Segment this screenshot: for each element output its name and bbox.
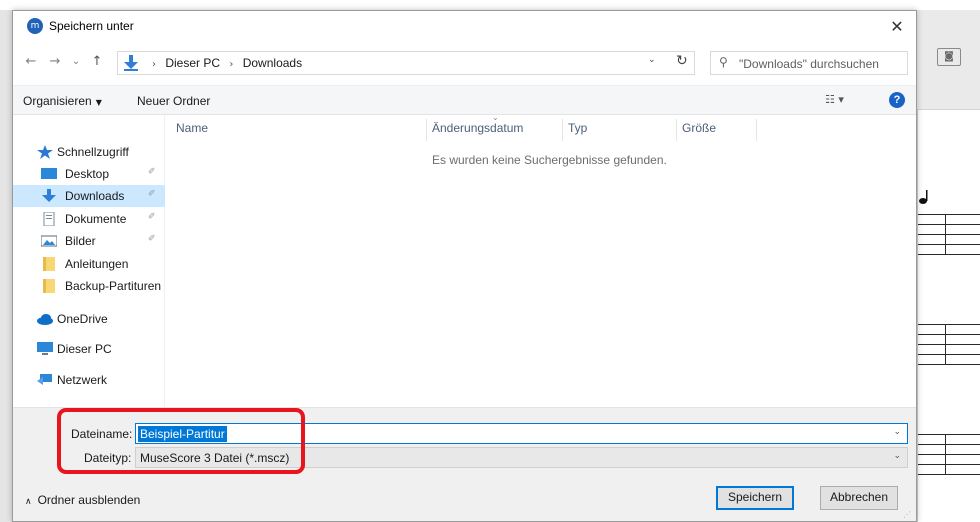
sidebar-item-dieser-pc[interactable]: Dieser PC xyxy=(13,338,165,360)
cloud-icon xyxy=(37,314,53,325)
title-bar: m Speichern unter ✕ xyxy=(13,11,916,43)
breadcrumb-this-pc[interactable]: Dieser PC xyxy=(165,56,220,70)
sidebar-item-backup-partituren[interactable]: Backup-Partituren xyxy=(13,275,165,297)
pin-icon: ✐ xyxy=(148,167,156,177)
sidebar-item-onedrive[interactable]: OneDrive xyxy=(13,308,165,330)
breadcrumb: › Dieser PC › Downloads xyxy=(146,56,302,70)
navigation-bar: ← → ⌄ ↑ › Dieser PC › Downloads ⌄ ↻ ⚲ "D… xyxy=(13,47,916,77)
sidebar-item-bilder[interactable]: Bilder ✐ xyxy=(13,230,165,252)
pin-icon: ✐ xyxy=(148,189,156,199)
sidebar-item-label: Schnellzugriff xyxy=(57,145,129,159)
musescore-icon: m xyxy=(27,18,43,34)
close-icon[interactable]: ✕ xyxy=(883,15,911,39)
dialog-title: Speichern unter xyxy=(49,19,134,33)
hide-folders-label: Ordner ausblenden xyxy=(37,493,141,507)
sidebar-item-label: Bilder xyxy=(65,234,96,248)
folder-icon xyxy=(43,257,55,271)
help-icon[interactable]: ? xyxy=(889,92,905,108)
search-icon: ⚲ xyxy=(719,55,728,69)
star-icon xyxy=(37,145,53,159)
chevron-down-icon: ⌄ xyxy=(893,451,901,461)
refresh-icon[interactable]: ↻ xyxy=(676,53,688,69)
sidebar-item-anleitungen[interactable]: Anleitungen xyxy=(13,253,165,275)
back-button[interactable]: ← xyxy=(21,51,41,73)
command-bar: Organisieren ▼ Neuer Ordner ☷ ▾ ? xyxy=(13,85,916,115)
save-form: Dateiname: Beispiel-Partitur ⌄ Dateityp:… xyxy=(13,407,916,521)
sidebar-item-netzwerk[interactable]: Netzwerk xyxy=(13,369,165,391)
sidebar-item-dokumente[interactable]: Dokumente ✐ xyxy=(13,208,165,230)
pin-icon: ✐ xyxy=(148,234,156,244)
network-icon xyxy=(37,374,52,385)
recent-locations-button[interactable]: ⌄ xyxy=(69,51,83,73)
breadcrumb-separator: › xyxy=(229,59,234,70)
column-divider[interactable] xyxy=(562,119,563,141)
folder-icon xyxy=(43,279,55,293)
organize-button[interactable]: Organisieren ▼ xyxy=(23,94,102,108)
sidebar-item-downloads[interactable]: Downloads ✐ xyxy=(13,185,165,207)
column-header-size[interactable]: Größe xyxy=(682,121,716,135)
background-left-strip xyxy=(0,10,12,522)
camera-icon[interactable]: ◙ xyxy=(937,48,961,66)
download-icon xyxy=(42,189,56,202)
forward-button[interactable]: → xyxy=(45,51,65,73)
sidebar-item-schnellzugriff[interactable]: Schnellzugriff xyxy=(13,141,165,163)
breadcrumb-separator: › xyxy=(152,59,156,70)
new-folder-button[interactable]: Neuer Ordner xyxy=(137,94,210,108)
sidebar-item-label: Desktop xyxy=(65,167,110,181)
view-options-icon[interactable]: ☷ ▾ xyxy=(825,93,844,106)
download-icon xyxy=(124,55,138,71)
save-button[interactable]: Speichern xyxy=(716,486,794,510)
organize-label: Organisieren xyxy=(23,94,92,108)
sidebar-item-desktop[interactable]: Desktop ✐ xyxy=(13,163,165,185)
search-placeholder: "Downloads" durchsuchen xyxy=(739,57,879,71)
hide-folders-button[interactable]: ∧ Ordner ausblenden xyxy=(25,493,140,507)
score-page xyxy=(917,110,980,522)
resize-grip-icon[interactable]: ⋰ xyxy=(903,510,911,519)
note-icon xyxy=(919,190,928,204)
search-input[interactable]: ⚲ "Downloads" durchsuchen xyxy=(710,51,908,75)
sidebar-item-label: OneDrive xyxy=(57,312,108,326)
column-divider[interactable] xyxy=(756,119,757,141)
empty-results-message: Es wurden keine Suchergebnisse gefunden. xyxy=(432,153,667,167)
sidebar-item-label: Anleitungen xyxy=(65,257,129,271)
desktop-icon xyxy=(41,168,57,179)
column-header-type[interactable]: Typ xyxy=(568,121,587,135)
sidebar-item-label: Dokumente xyxy=(65,212,127,226)
sidebar-item-label: Netzwerk xyxy=(57,373,108,387)
computer-icon xyxy=(37,342,53,355)
background-top-strip xyxy=(0,0,980,10)
up-button[interactable]: ↑ xyxy=(87,51,107,73)
chevron-down-icon[interactable]: ⌄ xyxy=(893,427,901,437)
chevron-down-icon[interactable]: ⌄ xyxy=(648,55,656,65)
documents-icon xyxy=(43,212,55,226)
column-header-modified[interactable]: Änderungsdatum xyxy=(432,121,523,135)
chevron-up-icon: ∧ xyxy=(25,497,32,507)
sidebar-item-label: Backup-Partituren xyxy=(65,279,162,293)
background-toolbar: ◙ xyxy=(917,10,980,110)
caret-down-icon: ▼ xyxy=(95,98,102,107)
address-bar[interactable]: › Dieser PC › Downloads ⌄ ↻ xyxy=(117,51,695,75)
column-header-name[interactable]: Name xyxy=(176,121,208,135)
column-divider[interactable] xyxy=(426,119,427,141)
pin-icon: ✐ xyxy=(148,212,156,222)
sidebar-item-label: Dieser PC xyxy=(57,342,112,356)
save-as-dialog: m Speichern unter ✕ ← → ⌄ ↑ › Dieser PC … xyxy=(12,10,917,522)
file-list: ⌄ Name Änderungsdatum Typ Größe Es wurde… xyxy=(166,113,916,407)
sidebar-item-label: Downloads xyxy=(65,189,125,203)
breadcrumb-downloads[interactable]: Downloads xyxy=(243,56,302,70)
pictures-icon xyxy=(41,235,57,247)
annotation-highlight xyxy=(57,408,305,474)
cancel-button[interactable]: Abbrechen xyxy=(820,486,898,510)
navigation-pane: Schnellzugriff Desktop ✐ Downloads ✐ Dok… xyxy=(13,115,165,407)
column-divider[interactable] xyxy=(676,119,677,141)
